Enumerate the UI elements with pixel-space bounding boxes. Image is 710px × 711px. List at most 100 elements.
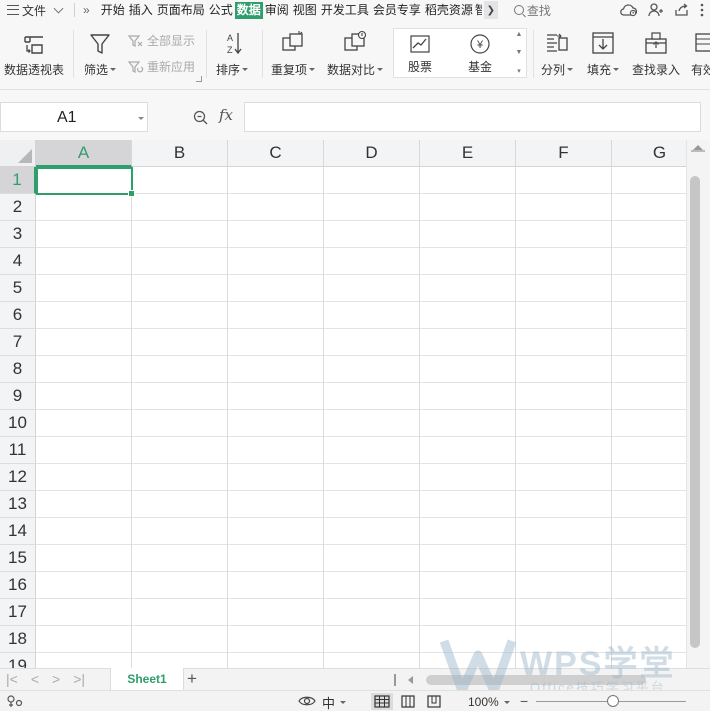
filter-group-launcher[interactable]: [196, 76, 202, 82]
duplicates-button[interactable]: 重复项: [271, 28, 316, 78]
first-sheet-icon[interactable]: |<: [6, 671, 18, 687]
tab-insert[interactable]: 插入: [127, 2, 155, 19]
column-header-g[interactable]: G: [612, 140, 686, 167]
row-header-7[interactable]: 7: [0, 329, 36, 356]
stock-button[interactable]: 股票: [408, 33, 432, 75]
macro-settings-icon[interactable]: [6, 694, 24, 708]
tab-review[interactable]: 审阅: [263, 2, 291, 19]
split-grip-icon[interactable]: [394, 674, 396, 686]
horizontal-scroll-thumb[interactable]: [426, 675, 646, 685]
filter-funnel-icon: [90, 34, 110, 54]
show-all-button[interactable]: 全部显示: [128, 32, 195, 49]
tab-smart[interactable]: 智: [475, 2, 482, 19]
last-sheet-icon[interactable]: >|: [73, 671, 85, 687]
duplicates-label: 重复项: [271, 63, 308, 77]
row-header-5[interactable]: 5: [0, 275, 36, 302]
input-method-button[interactable]: 中: [322, 693, 347, 711]
page-break-view-button[interactable]: [423, 693, 445, 710]
row-header-14[interactable]: 14: [0, 518, 36, 545]
cell-grid[interactable]: [36, 167, 686, 668]
svg-text:Z: Z: [227, 45, 233, 55]
tab-home[interactable]: 开始: [99, 2, 127, 19]
gallery-more-arrow[interactable]: ▾: [517, 67, 521, 75]
zoom-magnifier-icon[interactable]: [193, 110, 209, 126]
column-header-e[interactable]: E: [420, 140, 516, 167]
horizontal-scrollbar[interactable]: [392, 671, 710, 689]
tab-developer[interactable]: 开发工具: [319, 2, 371, 19]
tab-formulas[interactable]: 公式: [207, 2, 235, 19]
zoom-out-button[interactable]: −: [520, 693, 528, 709]
page-layout-view-button[interactable]: [397, 693, 419, 710]
prev-sheet-icon[interactable]: <: [31, 671, 39, 687]
row-header-15[interactable]: 15: [0, 545, 36, 572]
more-vertical-icon[interactable]: [700, 3, 704, 17]
lookup-entry-button[interactable]: 查找录入: [632, 28, 680, 78]
tabs-scroll-right-button[interactable]: ❯: [483, 1, 498, 19]
duplicates-icon: [282, 31, 303, 51]
row-header-2[interactable]: 2: [0, 194, 36, 221]
scroll-left-arrow-icon[interactable]: [408, 676, 413, 684]
add-sheet-button[interactable]: +: [187, 669, 197, 689]
page-break-icon: [427, 695, 441, 708]
row-header-10[interactable]: 10: [0, 410, 36, 437]
filter-button[interactable]: 筛选: [84, 28, 117, 78]
gallery-up-arrow[interactable]: ▲: [516, 31, 523, 38]
column-header-c[interactable]: C: [228, 140, 324, 167]
row-header-18[interactable]: 18: [0, 626, 36, 653]
insert-function-button[interactable]: fx: [219, 106, 233, 124]
column-header-d[interactable]: D: [324, 140, 420, 167]
name-box[interactable]: A1: [0, 102, 148, 132]
file-menu-button[interactable]: 文件: [0, 0, 66, 20]
tab-view[interactable]: 视图: [291, 2, 319, 19]
share-icon[interactable]: [674, 3, 690, 17]
fill-button[interactable]: 填充: [587, 28, 620, 78]
split-columns-button[interactable]: 分列: [541, 28, 574, 78]
row-header-17[interactable]: 17: [0, 599, 36, 626]
row-header-9[interactable]: 9: [0, 383, 36, 410]
row-header-11[interactable]: 11: [0, 437, 36, 464]
sort-button[interactable]: AZ 排序: [216, 28, 249, 78]
next-sheet-icon[interactable]: >: [52, 671, 60, 687]
column-header-b[interactable]: B: [132, 140, 228, 167]
eye-protection-icon[interactable]: [298, 695, 316, 707]
row-header-8[interactable]: 8: [0, 356, 36, 383]
search-button[interactable]: 查找: [513, 2, 551, 19]
row-header-13[interactable]: 13: [0, 491, 36, 518]
row-header-1[interactable]: 1: [0, 167, 36, 194]
tab-member[interactable]: 会员专享: [371, 2, 423, 19]
normal-view-button[interactable]: [371, 693, 393, 710]
pivot-table-button[interactable]: 数据透视表: [4, 28, 64, 78]
cloud-sync-icon[interactable]: [620, 3, 638, 17]
caret-down-icon[interactable]: [138, 117, 144, 120]
active-cell-a1[interactable]: [36, 167, 135, 197]
split-handle[interactable]: [691, 150, 705, 152]
zoom-level-button[interactable]: 100%: [468, 695, 510, 709]
row-header-6[interactable]: 6: [0, 302, 36, 329]
row-header-12[interactable]: 12: [0, 464, 36, 491]
vertical-scroll-thumb[interactable]: [690, 176, 700, 648]
gallery-scroll[interactable]: ▲ ▼ ▾: [514, 31, 524, 75]
vertical-scrollbar[interactable]: [686, 140, 710, 668]
row-header-16[interactable]: 16: [0, 572, 36, 599]
formula-input[interactable]: [244, 102, 701, 132]
sheet-tab-sheet1[interactable]: Sheet1: [110, 668, 184, 690]
column-header-f[interactable]: F: [516, 140, 612, 167]
zoom-slider-thumb[interactable]: [607, 695, 619, 707]
column-header-a[interactable]: A: [36, 140, 132, 167]
reapply-button[interactable]: 重新应用: [128, 58, 195, 75]
validity-button[interactable]: 有效: [691, 28, 710, 78]
row-header-3[interactable]: 3: [0, 221, 36, 248]
data-compare-button[interactable]: 数据对比: [327, 28, 384, 78]
row-header-4[interactable]: 4: [0, 248, 36, 275]
yen-coin-icon: ¥: [470, 34, 490, 54]
double-chevron-icon[interactable]: »: [83, 3, 90, 17]
tab-data[interactable]: 数据: [234, 1, 263, 19]
user-add-icon[interactable]: [648, 3, 664, 17]
row-header-19[interactable]: 19: [0, 653, 36, 668]
select-all-corner[interactable]: [0, 140, 36, 167]
gallery-down-arrow[interactable]: ▼: [516, 49, 523, 56]
tab-docer-resources[interactable]: 稻壳资源: [423, 2, 475, 19]
caret-down-icon: [340, 701, 347, 704]
tab-page-layout[interactable]: 页面布局: [155, 2, 207, 19]
fund-button[interactable]: ¥ 基金: [468, 33, 492, 75]
